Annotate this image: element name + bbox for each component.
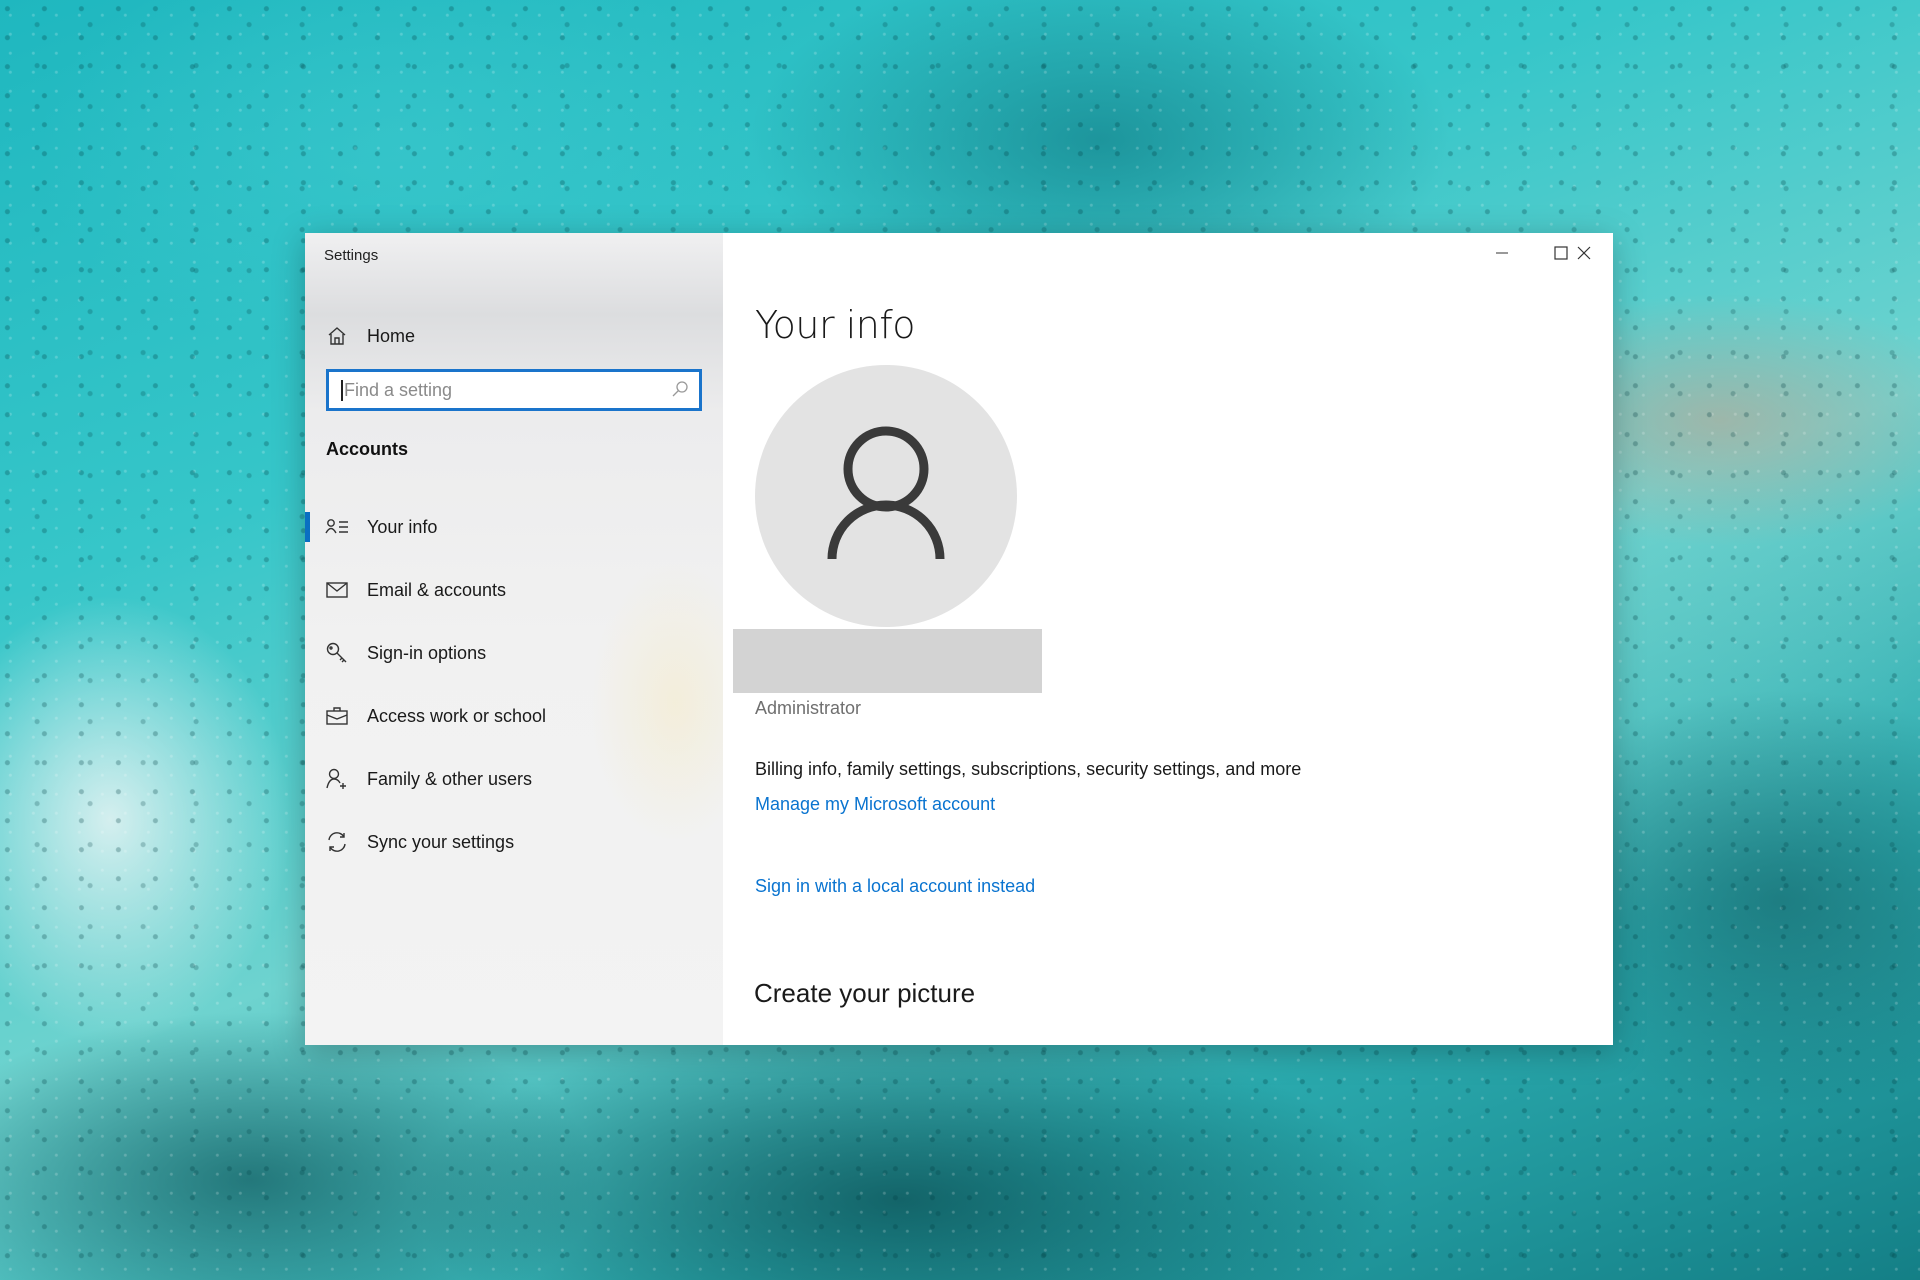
nav-item-family-other-users[interactable]: Family & other users [305,754,723,804]
nav-item-label: Email & accounts [367,579,507,600]
search-box[interactable] [326,369,702,411]
manage-microsoft-account-link[interactable]: Manage my Microsoft account [755,794,995,815]
nav-item-sync-settings[interactable]: Sync your settings [305,817,723,867]
mail-icon [325,578,349,602]
settings-window: Settings Home Accounts [305,233,1613,1045]
nav-home[interactable]: Home [305,311,723,361]
home-icon [325,324,349,348]
nav-item-email-accounts[interactable]: Email & accounts [305,565,723,615]
page-title: Your info [755,303,915,347]
nav-item-access-work-school[interactable]: Access work or school [305,691,723,741]
user-icon [826,424,946,569]
sync-icon [325,830,349,854]
account-role: Administrator [755,698,862,718]
avatar [755,365,1017,627]
nav-item-label: Access work or school [367,705,547,726]
main-content: Your info Administrator Billing info, fa… [723,233,1613,1045]
nav-item-label: Family & other users [367,768,533,789]
nav-item-label: Sync your settings [367,831,515,852]
search-icon[interactable] [671,380,689,403]
minimize-icon [1495,246,1509,265]
contact-info-icon [325,515,349,539]
briefcase-icon [325,704,349,728]
nav-item-label: Sign-in options [367,642,487,663]
sign-in-local-account-link[interactable]: Sign in with a local account instead [755,876,1035,897]
close-icon [1577,246,1591,265]
add-person-icon [325,767,349,791]
nav-item-your-info[interactable]: Your info [305,502,723,552]
close-button[interactable] [1555,233,1613,277]
create-picture-heading: Create your picture [754,978,976,1008]
minimize-button[interactable] [1473,233,1531,277]
key-icon [325,641,349,665]
search-input[interactable] [341,379,664,401]
account-description: Billing info, family settings, subscript… [755,759,1302,779]
section-title-accounts: Accounts [326,439,409,459]
sidebar: Settings Home Accounts [305,233,723,1045]
window-title: Settings [324,247,379,264]
account-name-redacted [733,629,1042,693]
nav-home-label: Home [367,325,416,346]
nav-item-sign-in-options[interactable]: Sign-in options [305,628,723,678]
nav-item-label: Your info [367,516,438,537]
